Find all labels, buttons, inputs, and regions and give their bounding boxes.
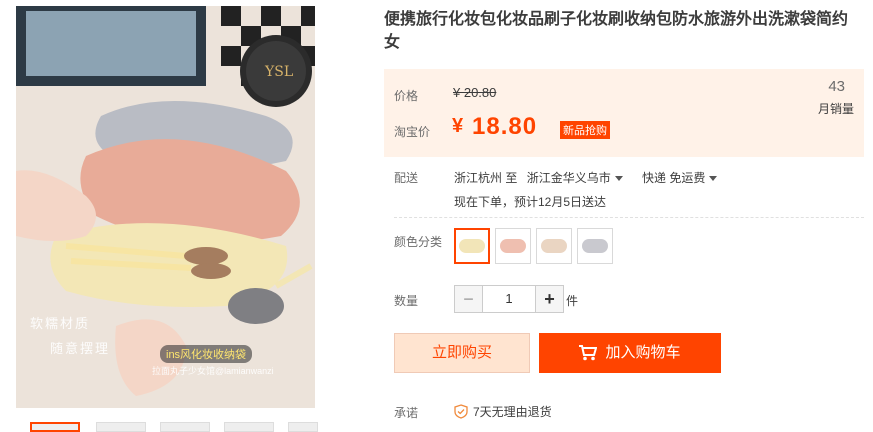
color-option-1[interactable] xyxy=(454,228,490,264)
shipping-method[interactable]: 快递 免运费 xyxy=(642,171,718,185)
delivery-destination[interactable]: 浙江金华义乌市 xyxy=(527,171,623,185)
divider xyxy=(394,217,864,218)
product-title: 便携旅行化妆包化妆品刷子化妆刷收纳包防水旅游外出洗漱袋简约女 xyxy=(384,11,849,51)
thumbnail-1[interactable] xyxy=(30,422,80,432)
quantity-unit: 件 xyxy=(566,294,579,308)
quantity-stepper: − 1 + xyxy=(454,285,564,313)
thumbnail-5[interactable] xyxy=(288,422,318,432)
add-to-cart-label: 加入购物车 xyxy=(605,344,681,361)
photo-watermark: 拉面丸子少女馆@lamianwanzi xyxy=(152,366,274,376)
price-label: 价格 xyxy=(394,89,419,103)
buy-now-button[interactable]: 立即购买 xyxy=(394,333,530,373)
color-option-4[interactable] xyxy=(577,228,613,264)
taobao-price-label: 淘宝价 xyxy=(394,125,431,139)
chevron-down-icon xyxy=(614,176,623,182)
thumbnail-3[interactable] xyxy=(160,422,210,432)
photo-overlay-text: 随意摆理 xyxy=(50,341,111,356)
return-policy[interactable]: 7天无理由退货 xyxy=(454,403,552,420)
photo-overlay-text: 软糯材质 xyxy=(30,316,91,331)
cart-icon xyxy=(579,345,598,361)
delivery-destination-label: 浙江金华义乌市 xyxy=(526,171,611,185)
monthly-sales-label: 月销量 xyxy=(817,102,854,116)
quantity-label: 数量 xyxy=(394,294,419,308)
delivery-estimate: 现在下单，预计12月5日送达 xyxy=(454,195,607,209)
chevron-down-icon xyxy=(709,176,718,182)
swatch-image xyxy=(582,239,608,253)
swatch-image xyxy=(459,239,485,253)
decrement-button[interactable]: − xyxy=(454,285,483,313)
delivery-label: 配送 xyxy=(394,171,419,185)
swatch-image xyxy=(500,239,526,253)
original-price: ¥ 20.80 xyxy=(453,85,497,100)
delivery-info: 浙江杭州 至 浙江金华义乌市 快递 免运费 xyxy=(454,169,718,186)
svg-text:YSL: YSL xyxy=(264,64,293,80)
color-option-3[interactable] xyxy=(536,228,572,264)
color-label: 颜色分类 xyxy=(394,235,443,249)
return-policy-text: 7天无理由退货 xyxy=(473,405,552,419)
promise-label: 承诺 xyxy=(394,406,419,420)
swatch-image xyxy=(541,239,567,253)
delivery-origin: 浙江杭州 至 xyxy=(454,171,518,185)
promo-badge: 新品抢购 xyxy=(560,121,610,139)
photo-banner: ins风化妆收纳袋 xyxy=(160,345,253,363)
quantity-input[interactable]: 1 xyxy=(483,285,535,313)
increment-button[interactable]: + xyxy=(535,285,564,313)
buy-now-label: 立即购买 xyxy=(431,344,492,361)
price-box: 价格 ¥ 20.80 淘宝价 ¥ 18.80 新品抢购 43 月销量 xyxy=(384,69,864,157)
monthly-sales-count: 43 xyxy=(828,78,845,95)
thumbnail-2[interactable] xyxy=(96,422,146,432)
currency-symbol: ¥ xyxy=(452,115,464,137)
current-price: 18.80 xyxy=(472,113,538,140)
add-to-cart-button[interactable]: 加入购物车 xyxy=(539,333,721,373)
shipping-method-label: 快递 免运费 xyxy=(642,171,706,185)
color-option-2[interactable] xyxy=(495,228,531,264)
thumbnail-4[interactable] xyxy=(224,422,274,432)
shield-icon xyxy=(454,404,468,419)
